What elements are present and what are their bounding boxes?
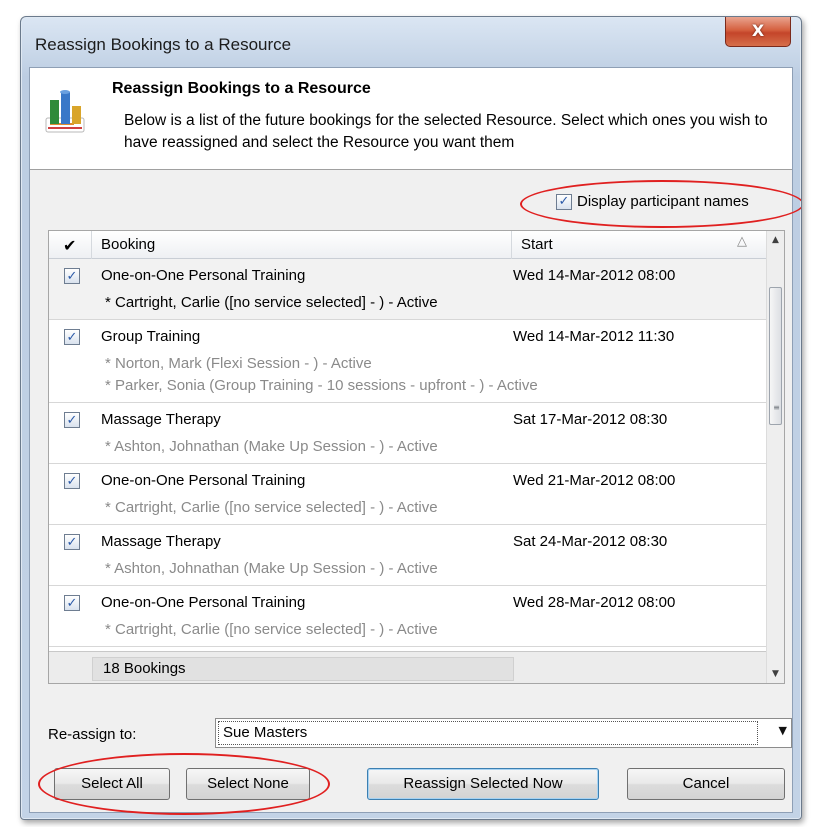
- booking-start: Sat 17-Mar-2012 08:30: [513, 411, 668, 428]
- grid-header: ✔ Booking Start △: [49, 231, 768, 259]
- header-title: Reassign Bookings to a Resource: [112, 80, 371, 97]
- participant-line: * Cartright, Carlie ([no service selecte…: [105, 499, 438, 516]
- booking-start: Wed 14-Mar-2012 11:30: [513, 328, 675, 345]
- booking-row-main[interactable]: ✓ Massage Therapy Sat 17-Mar-2012 08:30: [49, 403, 768, 437]
- close-button[interactable]: X: [725, 17, 791, 47]
- screen: Reassign Bookings to a Resource X Reassi…: [0, 0, 815, 827]
- booking-name: One-on-One Personal Training: [101, 472, 306, 489]
- resource-dropdown[interactable]: Sue Masters ▼: [215, 718, 792, 748]
- booking-start: Wed 28-Mar-2012 08:00: [513, 594, 676, 611]
- grid-vertical-scrollbar[interactable]: ▲ ≡ ▼: [766, 231, 784, 683]
- dialog-client-area: Reassign Bookings to a Resource Below is…: [29, 67, 801, 815]
- booking-checkbox[interactable]: ✓: [64, 473, 80, 489]
- dropdown-arrow-icon[interactable]: ▼: [779, 724, 787, 737]
- booking-start: Wed 21-Mar-2012 08:00: [513, 472, 676, 489]
- booking-row-main[interactable]: ✓ One-on-One Personal Training Wed 21-Mar-…: [49, 464, 768, 498]
- booking-name: Massage Therapy: [101, 533, 221, 550]
- participant-line: * Cartright, Carlie ([no service selecte…: [105, 294, 438, 311]
- scrollbar-thumb[interactable]: ≡: [769, 287, 782, 425]
- close-icon: X: [751, 21, 765, 40]
- booking-row[interactable]: ✓ One-on-One Personal Training Wed 21-Mar-…: [49, 464, 768, 525]
- booking-row-main[interactable]: ✓ Group Training Wed 14-Mar-2012 11:30: [49, 320, 768, 354]
- booking-row[interactable]: ✓ Massage Therapy Sat 17-Mar-2012 08:30 * A…: [49, 403, 768, 464]
- booking-name: Group Training: [101, 328, 201, 345]
- reassign-selected-now-button[interactable]: Reassign Selected Now: [367, 768, 599, 800]
- booking-name: Massage Therapy: [101, 411, 221, 428]
- booking-checkbox[interactable]: ✓: [64, 268, 80, 284]
- participant-line: * Ashton, Johnathan (Make Up Session - )…: [105, 560, 438, 577]
- booking-name: One-on-One Personal Training: [101, 267, 306, 284]
- column-header-booking[interactable]: Booking: [101, 236, 155, 253]
- select-all-column-checkbox[interactable]: ✔: [63, 236, 76, 255]
- booking-start: Sat 24-Mar-2012 08:30: [513, 533, 668, 550]
- select-all-button[interactable]: Select All: [54, 768, 170, 800]
- booking-checkbox[interactable]: ✓: [64, 534, 80, 550]
- display-participant-names-checkbox[interactable]: ✓: [556, 193, 572, 210]
- reassign-to-label: Re-assign to:: [48, 726, 137, 743]
- booking-row[interactable]: ✓ One-on-One Personal Training Wed 14-Mar-…: [49, 259, 768, 320]
- booking-start: Wed 14-Mar-2012 08:00: [513, 267, 676, 284]
- checkmark-icon: ✓: [66, 595, 78, 611]
- display-participant-names-label: Display participant names: [577, 193, 749, 210]
- resource-chart-icon: [45, 90, 85, 133]
- scrollbar-grip-icon: ≡: [773, 403, 780, 412]
- resource-dropdown-value: Sue Masters: [218, 721, 758, 745]
- booking-checkbox[interactable]: ✓: [64, 595, 80, 611]
- grid-footer: 18 Bookings: [49, 651, 768, 683]
- grid-body: ✓ One-on-One Personal Training Wed 14-Mar-…: [49, 259, 768, 651]
- checkmark-icon: ✓: [558, 194, 570, 209]
- cancel-button[interactable]: Cancel: [627, 768, 785, 800]
- column-separator: [91, 231, 92, 259]
- participant-line: * Parker, Sonia (Group Training - 10 ses…: [105, 377, 538, 394]
- booking-row-main[interactable]: ✓ Massage Therapy Sat 24-Mar-2012 08:30: [49, 525, 768, 559]
- dialog-header: Reassign Bookings to a Resource Below is…: [30, 68, 792, 170]
- bookings-count: 18 Bookings: [92, 657, 514, 681]
- booking-checkbox[interactable]: ✓: [64, 329, 80, 345]
- sort-indicator-icon: △: [737, 234, 747, 249]
- booking-row-main[interactable]: ✓ One-on-One Personal Training Wed 14-Mar-…: [49, 259, 768, 293]
- booking-row[interactable]: ✓ One-on-One Personal Training Wed 28-Mar-…: [49, 586, 768, 647]
- select-none-button[interactable]: Select None: [186, 768, 310, 800]
- booking-row[interactable]: ✓ Massage Therapy Sat 24-Mar-2012 08:30 * A…: [49, 525, 768, 586]
- checkmark-icon: ✓: [66, 473, 78, 489]
- header-description: Below is a list of the future bookings f…: [124, 112, 768, 151]
- booking-row-main[interactable]: ✓ One-on-One Personal Training Wed 28-Mar-…: [49, 586, 768, 620]
- bookings-grid: ✔ Booking Start △ ✓ One-on-One Personal T…: [48, 230, 785, 684]
- column-header-start[interactable]: Start: [521, 236, 553, 253]
- dialog-window: Reassign Bookings to a Resource X Reassi…: [20, 16, 802, 820]
- booking-name: One-on-One Personal Training: [101, 594, 306, 611]
- checkmark-icon: ✓: [66, 268, 78, 284]
- window-title: Reassign Bookings to a Resource: [35, 35, 292, 54]
- title-bar[interactable]: Reassign Bookings to a Resource X: [21, 17, 801, 67]
- column-separator: [511, 231, 512, 259]
- scroll-up-arrow-icon[interactable]: ▲: [767, 231, 784, 249]
- booking-checkbox[interactable]: ✓: [64, 412, 80, 428]
- checkmark-icon: ✓: [66, 329, 78, 345]
- checkmark-icon: ✓: [66, 534, 78, 550]
- checkmark-icon: ✓: [66, 412, 78, 428]
- participant-line: * Cartright, Carlie ([no service selecte…: [105, 621, 438, 638]
- booking-row[interactable]: ✓ Group Training Wed 14-Mar-2012 11:30 * No…: [49, 320, 768, 403]
- participant-line: * Norton, Mark (Flexi Session - ) - Acti…: [105, 355, 372, 372]
- display-participant-names-toggle[interactable]: ✓ Display participant names: [556, 193, 749, 210]
- participant-line: * Ashton, Johnathan (Make Up Session - )…: [105, 438, 438, 455]
- scroll-down-arrow-icon[interactable]: ▼: [767, 665, 784, 683]
